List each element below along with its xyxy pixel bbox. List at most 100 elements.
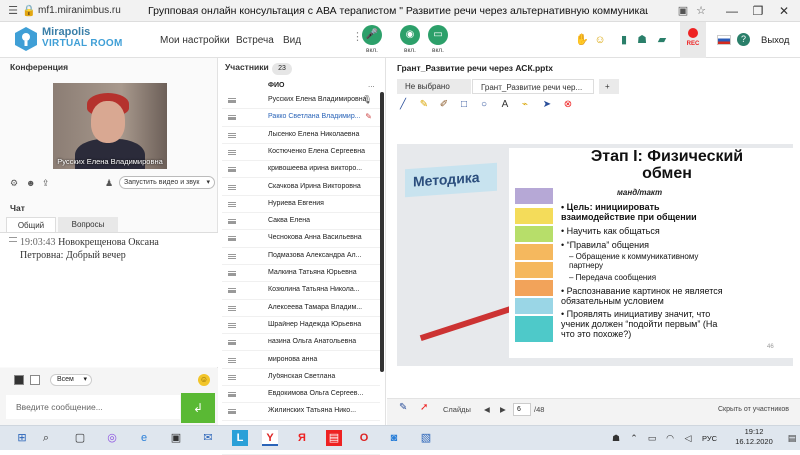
network-icon[interactable]: ☗ (608, 430, 624, 446)
slides-label[interactable]: Слайды (443, 405, 471, 414)
camera-settings-icon[interactable]: ⚙ (10, 178, 18, 189)
l-app-icon[interactable]: L (232, 430, 248, 446)
drag-handle-icon[interactable] (228, 288, 236, 294)
drag-handle-icon[interactable] (228, 392, 236, 398)
participant-row[interactable]: Евдокимова Ольга Сергеев... (222, 386, 380, 404)
tab-presentation-file[interactable]: Грант_Развитие речи чер... (472, 79, 594, 94)
drag-handle-icon[interactable] (228, 340, 236, 346)
color-picker-icon[interactable] (14, 375, 24, 385)
drag-handle-icon[interactable] (228, 271, 236, 276)
people-icon[interactable]: ☗ (635, 33, 649, 47)
drag-handle-icon[interactable] (228, 357, 236, 363)
menu-my-settings[interactable]: Мои настройки (160, 35, 230, 46)
task-view-icon[interactable]: ▢ (72, 430, 88, 446)
system-tray-chevron-icon[interactable]: ⌃ (626, 430, 642, 446)
emoji-picker-icon[interactable]: ☺ (198, 374, 210, 386)
highlighter-tool-icon[interactable]: ✐ (438, 99, 450, 110)
photos-icon[interactable]: ▧ (418, 430, 434, 446)
drag-handle-icon[interactable] (228, 115, 236, 121)
drag-handle-icon[interactable] (228, 253, 236, 259)
participant-row[interactable]: Саква Елена (222, 213, 380, 231)
next-slide-button[interactable]: ▶ (500, 405, 506, 414)
drag-handle-icon[interactable] (228, 149, 236, 155)
participants-scrollbar[interactable] (380, 92, 384, 372)
fill-tool-icon[interactable]: ⌁ (519, 99, 531, 110)
drag-handle-icon[interactable] (9, 237, 17, 242)
red-app-icon[interactable]: ▤ (326, 430, 342, 446)
video-feed[interactable]: Русских Елена Владимировна (53, 83, 167, 169)
add-tab-button[interactable]: + (599, 79, 619, 94)
camera-toggle-button[interactable]: ◉ (400, 25, 420, 45)
participant-row[interactable]: Алексеева Тамара Владим... (222, 300, 380, 317)
drag-handle-icon[interactable] (228, 219, 236, 225)
restore-button[interactable]: ❐ (750, 3, 766, 19)
prev-slide-button[interactable]: ◀ (484, 405, 490, 414)
exit-button[interactable]: Выход (761, 35, 789, 46)
bookmark-icon[interactable]: ☆ (694, 4, 708, 18)
windows-start-icon[interactable]: ⊞ (14, 430, 30, 446)
clear-tool-icon[interactable]: ⊗ (562, 99, 574, 110)
participant-row[interactable]: Чеснокова Анна Васильевна (222, 230, 380, 248)
mail-icon[interactable]: ✉ (200, 430, 216, 446)
presentation-slide[interactable]: Методика Этап I: Физический обмен манд/т… (397, 144, 793, 366)
participant-row[interactable]: кривошеева ирина викторо... (222, 161, 380, 179)
marker-tool-icon[interactable]: ✎ (418, 99, 430, 110)
text-tool-icon[interactable]: A (499, 99, 511, 110)
hide-from-participants-button[interactable]: Скрыть от участников (718, 406, 789, 413)
notifications-icon[interactable]: ▤ (784, 430, 800, 446)
battery-icon[interactable]: ▭ (644, 430, 660, 446)
send-button[interactable]: ↲ (181, 393, 215, 423)
menu-view[interactable]: Вид (283, 35, 301, 46)
participant-row[interactable]: миронова анна (222, 352, 380, 369)
wifi-icon[interactable]: ◠ (662, 430, 678, 446)
recipient-select[interactable]: Всем ▾ (50, 374, 92, 386)
tab-general[interactable]: Общий (6, 217, 56, 232)
menu-meeting[interactable]: Встреча (236, 35, 274, 46)
volume-icon[interactable]: ◁ (680, 430, 696, 446)
language-indicator[interactable]: РУС (702, 434, 717, 443)
more-icon[interactable]: ... (368, 80, 375, 89)
pointer-tool-icon[interactable]: ➤ (541, 99, 553, 110)
menu-icon[interactable]: ☰ (6, 4, 20, 18)
minimize-button[interactable]: — (724, 3, 740, 19)
tab-not-selected[interactable]: Не выбрано (397, 79, 471, 94)
participant-row[interactable]: Лысенко Елена Николаевна (222, 127, 380, 144)
participant-row[interactable]: Малкина Татьяна Юрьевна (222, 265, 380, 283)
folder-icon[interactable]: ▰ (655, 33, 669, 47)
participant-row[interactable]: Козюлина Татьяна Никола... (222, 282, 380, 300)
drag-handle-icon[interactable] (228, 305, 236, 311)
tab-questions[interactable]: Вопросы (58, 217, 118, 232)
opera-icon[interactable]: O (356, 430, 372, 446)
participant-row[interactable]: Костюченко Елена Сергеевна (222, 144, 380, 162)
participant-row[interactable]: назина Ольга Анатольевна (222, 334, 380, 352)
drag-handle-icon[interactable] (228, 167, 236, 173)
chat-input[interactable]: Введите сообщение... (6, 395, 180, 419)
participant-row[interactable]: Скачкова Ирина Викторовна (222, 179, 380, 196)
help-icon[interactable]: ? (737, 33, 750, 46)
start-video-dropdown[interactable]: Запустить видео и звук ▾ (119, 176, 215, 189)
raise-hand-icon[interactable]: ✋ (575, 33, 589, 47)
drag-handle-icon[interactable] (228, 98, 236, 103)
search-icon[interactable]: ⌕ (38, 430, 54, 446)
yandex-icon[interactable]: Я (294, 430, 310, 446)
person-settings-icon[interactable]: ☻ (26, 178, 35, 188)
close-button[interactable]: ✕ (776, 3, 792, 19)
store-icon[interactable]: ▣ (168, 430, 184, 446)
drag-handle-icon[interactable] (228, 409, 236, 415)
share-icon[interactable]: ⇪ (42, 178, 50, 189)
pointer-mode-icon[interactable]: ➚ (420, 402, 428, 413)
record-button[interactable]: REC (680, 22, 706, 58)
draw-mode-icon[interactable]: ✎ (399, 402, 407, 413)
stats-icon[interactable]: ▮ (617, 33, 631, 47)
screen-share-button[interactable]: ▭ (428, 25, 448, 45)
drag-handle-icon[interactable] (228, 184, 236, 190)
alice-icon[interactable]: ◎ (104, 430, 120, 446)
participant-row[interactable]: Подмазова Александра Ал... (222, 248, 380, 265)
participant-row[interactable]: Ракко Светлана Владимир... ✎ (222, 109, 380, 127)
drag-handle-icon[interactable] (228, 132, 236, 138)
ellipse-tool-icon[interactable]: ○ (478, 99, 490, 110)
drag-handle-icon[interactable] (228, 374, 236, 380)
drag-handle-icon[interactable] (228, 322, 236, 328)
edge-icon[interactable]: e (136, 430, 152, 446)
zoom-icon[interactable]: ◙ (386, 430, 402, 446)
